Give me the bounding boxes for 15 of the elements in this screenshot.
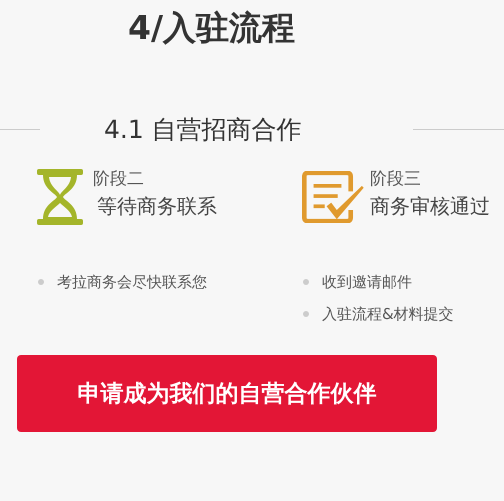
bullet-text: 考拉商务会尽快联系您 [57, 272, 207, 292]
hourglass-icon [37, 169, 83, 225]
bullet-dot [38, 279, 44, 285]
stage-label: 阶段二 [93, 169, 145, 189]
bullet-dot [303, 279, 309, 285]
bullet-text: 入驻流程&材料提交 [322, 304, 454, 324]
checklist-icon [302, 171, 366, 223]
page-title: 4/入驻流程 [128, 7, 296, 49]
stage-label: 阶段三 [370, 169, 422, 189]
apply-button[interactable]: 申请成为我们的自营合作伙伴 [17, 355, 437, 432]
stage-name: 商务审核通过 [370, 193, 490, 219]
bullet-text: 收到邀请邮件 [322, 272, 412, 292]
section-heading: 4.1 自营招商合作 [104, 114, 303, 146]
bullet-dot [303, 311, 309, 317]
stage-name: 等待商务联系 [97, 193, 217, 219]
